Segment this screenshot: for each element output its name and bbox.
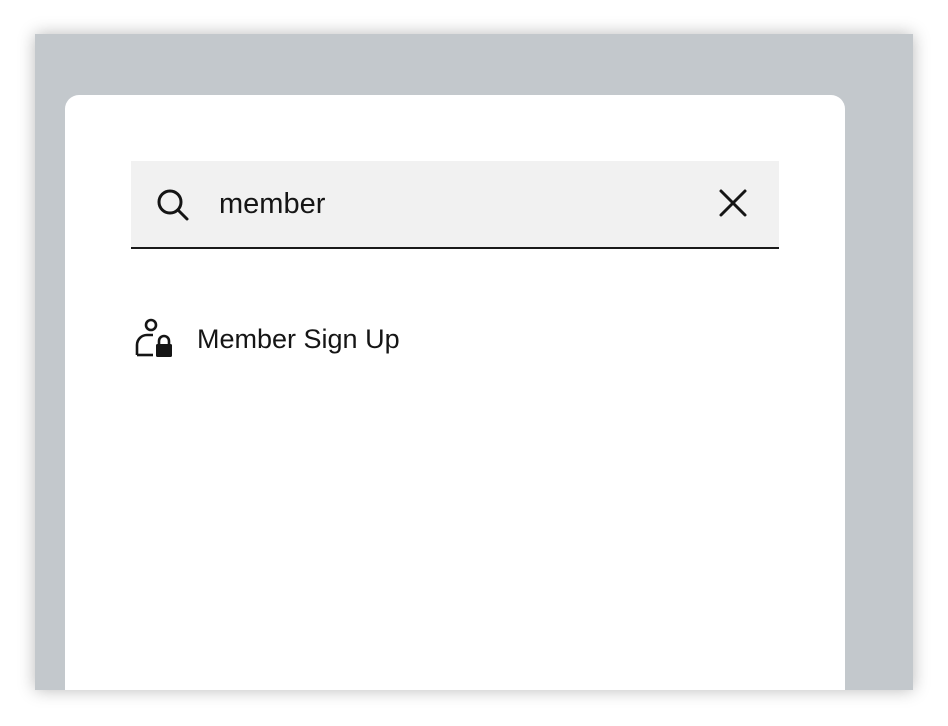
close-icon xyxy=(718,188,748,223)
search-input[interactable] xyxy=(219,179,699,229)
search-result-label: Member Sign Up xyxy=(197,323,400,354)
search-panel: Member Sign Up xyxy=(65,95,845,690)
search-icon xyxy=(155,187,191,223)
search-result-member-sign-up[interactable]: Member Sign Up xyxy=(131,313,779,365)
clear-search-button[interactable] xyxy=(711,183,755,227)
search-bar xyxy=(131,161,779,249)
app-window: Member Sign Up xyxy=(35,34,913,690)
member-lock-icon xyxy=(133,317,177,361)
